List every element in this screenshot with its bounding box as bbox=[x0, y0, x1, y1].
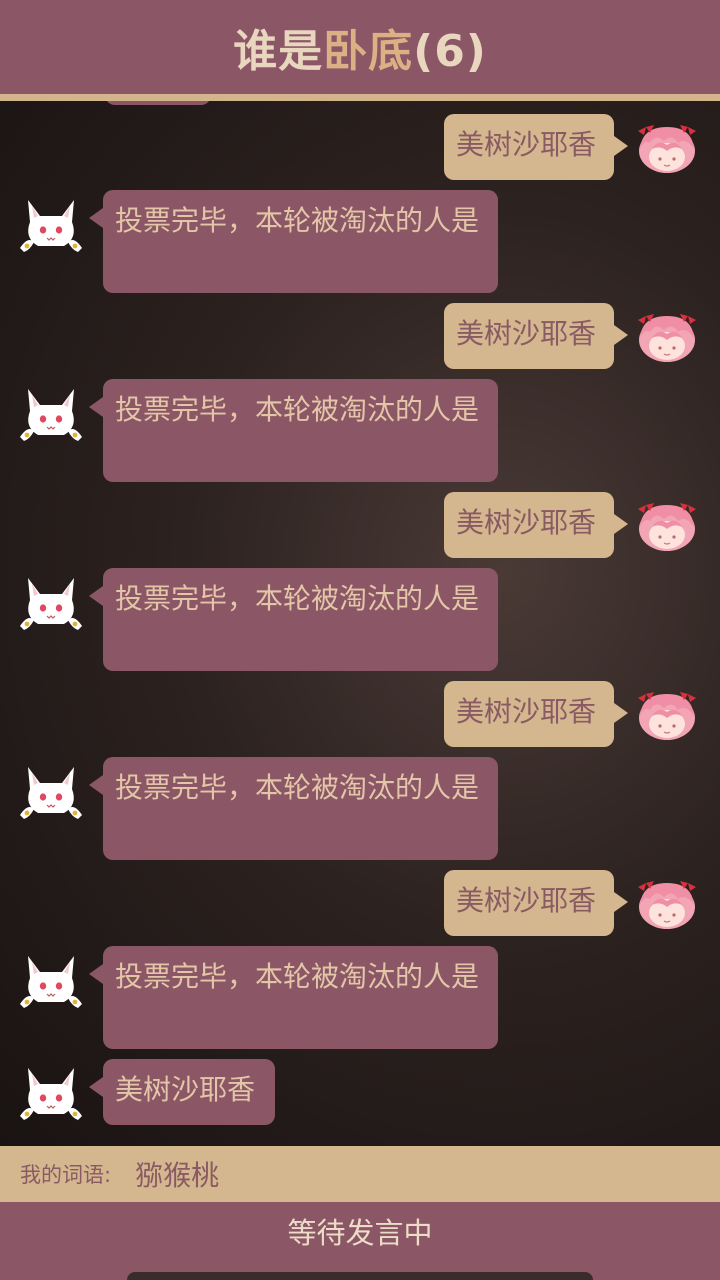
home-indicator[interactable] bbox=[127, 1272, 593, 1280]
my-word-bar: 我的词语: 猕猴桃 bbox=[0, 1146, 720, 1202]
madoka-avatar-icon[interactable] bbox=[634, 119, 700, 179]
message-bubble-self: 美树沙耶香 bbox=[444, 114, 628, 180]
page-title: 谁是卧底(6) bbox=[233, 15, 487, 79]
partial-message-bubble bbox=[105, 101, 211, 105]
my-word-label: 我的词语: bbox=[20, 1163, 112, 1187]
kyubey-avatar-icon[interactable] bbox=[18, 574, 84, 634]
player-count: (6) bbox=[413, 26, 487, 77]
kyubey-avatar-icon[interactable] bbox=[18, 385, 84, 445]
madoka-avatar-icon[interactable] bbox=[634, 686, 700, 746]
madoka-avatar-icon[interactable] bbox=[634, 308, 700, 368]
message-bubble-other: 投票完毕，本轮被淘汰的人是 bbox=[89, 568, 498, 671]
message-bubble-other: 投票完毕，本轮被淘汰的人是 bbox=[89, 946, 498, 1049]
message-bubble-other: 投票完毕，本轮被淘汰的人是 bbox=[89, 757, 498, 860]
title-highlight: 卧底 bbox=[323, 26, 414, 77]
kyubey-avatar-icon[interactable] bbox=[18, 763, 84, 823]
message-bubble-self: 美树沙耶香 bbox=[444, 870, 628, 936]
message-bubble-self: 美树沙耶香 bbox=[444, 303, 628, 369]
status-bar: 等待发言中 bbox=[0, 1202, 720, 1280]
madoka-avatar-icon[interactable] bbox=[634, 875, 700, 935]
header: 谁是卧底(6) bbox=[0, 0, 720, 101]
chat-area[interactable]: 美树沙耶香 投票完毕，本轮被淘汰的人是 美树沙耶香 投票完毕，本轮被淘汰的人是 … bbox=[0, 101, 720, 1146]
message-bubble-self: 美树沙耶香 bbox=[444, 492, 628, 558]
message-bubble-other: 投票完毕，本轮被淘汰的人是 bbox=[89, 379, 498, 482]
kyubey-avatar-icon[interactable] bbox=[18, 1064, 84, 1124]
title-text: 谁是 bbox=[233, 26, 324, 77]
status-text: 等待发言中 bbox=[287, 1216, 433, 1250]
message-bubble-other: 美树沙耶香 bbox=[89, 1059, 275, 1125]
kyubey-avatar-icon[interactable] bbox=[18, 196, 84, 256]
kyubey-avatar-icon[interactable] bbox=[18, 952, 84, 1012]
message-bubble-other: 投票完毕，本轮被淘汰的人是 bbox=[89, 190, 498, 293]
my-word-value: 猕猴桃 bbox=[135, 1159, 220, 1192]
madoka-avatar-icon[interactable] bbox=[634, 497, 700, 557]
message-bubble-self: 美树沙耶香 bbox=[444, 681, 628, 747]
